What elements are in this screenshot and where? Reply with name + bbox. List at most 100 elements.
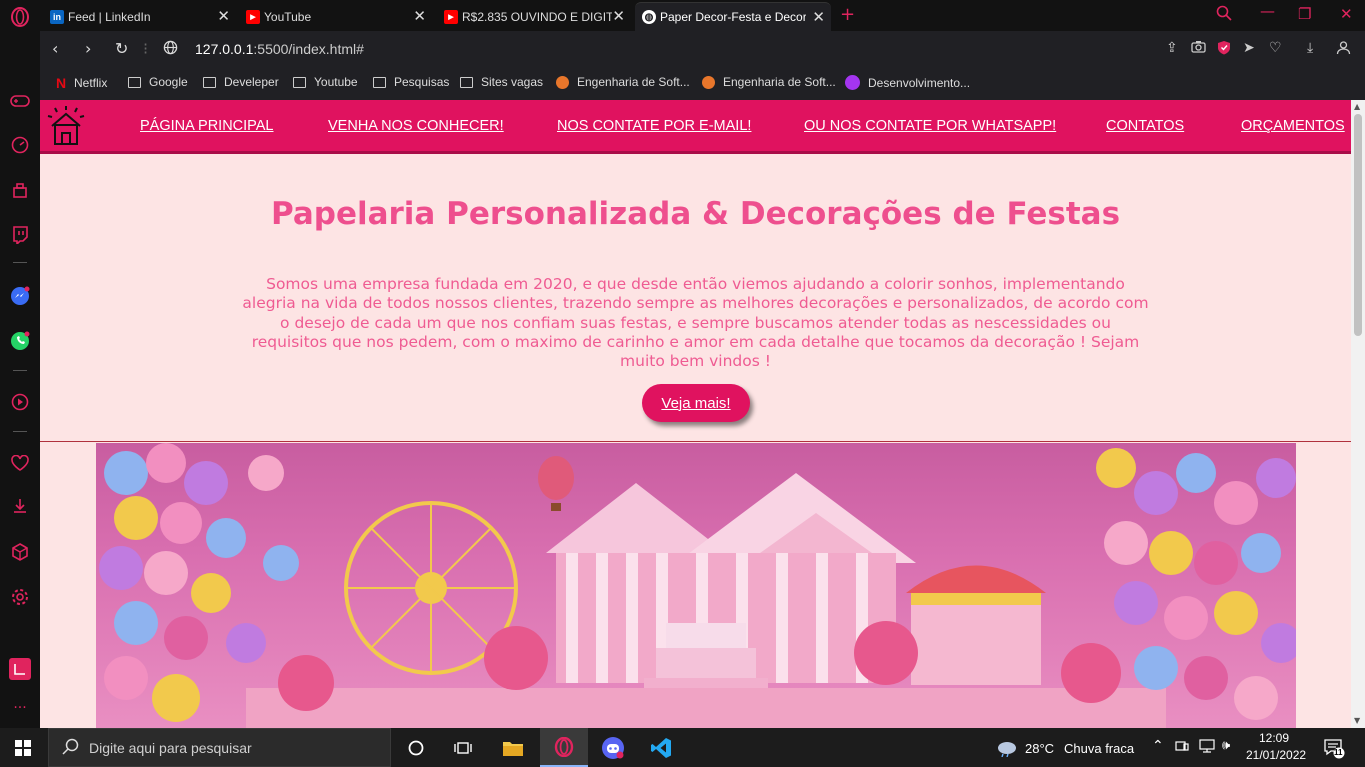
send-icon[interactable]: ➤ [1243, 40, 1255, 56]
volume-icon[interactable]: 🕪 [1222, 738, 1230, 753]
network-icon[interactable] [1199, 739, 1215, 756]
url-path: :5500/index.html# [253, 41, 364, 57]
clock-time[interactable]: 12:09 [1248, 731, 1300, 745]
weather-icon[interactable] [996, 739, 1018, 762]
scroll-thumb[interactable] [1354, 114, 1362, 336]
folder-icon [293, 76, 306, 88]
tab-title: R$2.835 OUVINDO E DIGITANDO [462, 9, 612, 24]
bookmark-engenharia-1[interactable]: Engenharia de Soft... [556, 75, 690, 89]
whatsapp-icon[interactable] [9, 330, 31, 352]
bookmark-develeper[interactable]: Develeper [203, 75, 279, 89]
veja-mais-button[interactable]: Veja mais! [642, 384, 750, 422]
url-field[interactable]: 127.0.0.1:5500/index.html# [195, 41, 364, 57]
bookmark-pesquisas[interactable]: Pesquisas [373, 75, 449, 89]
bookmark-sites-vagas[interactable]: Sites vagas [460, 75, 543, 89]
opera-logo-icon[interactable] [9, 6, 31, 28]
bookmark-netflix[interactable]: N Netflix [56, 75, 107, 91]
search-tabs-icon[interactable] [1216, 5, 1232, 25]
tab-paper-decor[interactable]: ◍ Paper Decor-Festa e Decoração ✕ [635, 2, 831, 31]
bookmark-desenvolvimento[interactable]: Desenvolvimento... [845, 75, 970, 90]
heart-icon[interactable] [9, 452, 31, 474]
messenger-icon[interactable] [9, 285, 31, 307]
tray-device-icon[interactable] [1175, 739, 1189, 756]
weather-description[interactable]: Chuva fraca [1064, 741, 1134, 756]
twitch-icon[interactable] [9, 224, 31, 246]
linkedin-icon: in [50, 9, 64, 24]
address-bar: ‹ › ↻ ⁝ 127.0.0.1:5500/index.html# ⇪ ➤ ♡… [40, 31, 1365, 68]
tab-strip: in Feed | LinkedIn ✕ ▶ YouTube ✕ ▶ R$2.8… [40, 0, 1365, 31]
reload-icon[interactable]: ↻ [115, 39, 128, 58]
settings-icon[interactable] [9, 586, 31, 608]
nav-contate-whatsapp[interactable]: OU NOS CONTATE POR WHATSAPP! [804, 118, 1056, 134]
task-view-icon[interactable] [440, 728, 486, 767]
bookmark-google[interactable]: Google [128, 75, 188, 89]
windows-start-icon[interactable] [0, 728, 46, 767]
forward-icon[interactable]: › [85, 39, 91, 58]
tab-title: Feed | LinkedIn [68, 9, 151, 24]
more-icon[interactable]: ··· [9, 697, 31, 719]
page-title: Papelaria Personalizada & Decorações de … [270, 196, 1121, 232]
nav-pagina-principal[interactable]: PÁGINA PRINCIPAL [140, 118, 274, 134]
home-logo-icon[interactable] [46, 104, 86, 148]
back-icon[interactable]: ‹ [52, 39, 58, 58]
discord-icon[interactable] [590, 728, 636, 767]
search-icon [62, 738, 80, 761]
downloads-icon[interactable]: ⤓ [1307, 40, 1313, 56]
taskbar-search-field[interactable]: Digite aqui para pesquisar [48, 728, 391, 767]
bookmark-youtube[interactable]: Youtube [293, 75, 358, 89]
tab-youtube-video[interactable]: ▶ R$2.835 OUVINDO E DIGITANDO ✕ [437, 2, 631, 31]
folder-icon [128, 76, 141, 88]
scroll-down-icon[interactable]: ▼ [1354, 716, 1360, 725]
new-tab-icon[interactable]: + [840, 4, 855, 25]
nav-contatos[interactable]: CONTATOS [1106, 118, 1184, 134]
box-icon[interactable] [9, 541, 31, 563]
cube-stack-icon[interactable] [9, 179, 31, 201]
bookmark-heart-icon[interactable]: ♡ [1269, 40, 1282, 56]
bookmarks-bar: N Netflix Google Develeper Youtube Pesqui… [40, 68, 1365, 100]
close-window-icon[interactable]: ✕ [1340, 5, 1353, 23]
close-icon[interactable]: ✕ [812, 8, 825, 26]
opera-sidebar: ··· [0, 0, 40, 728]
file-explorer-icon[interactable] [490, 728, 536, 767]
vscode-icon[interactable] [638, 728, 684, 767]
speedometer-icon[interactable] [9, 134, 31, 156]
cortana-icon[interactable] [393, 728, 439, 767]
bookmark-engenharia-2[interactable]: Engenharia de Soft... [702, 75, 836, 89]
player-icon[interactable] [9, 391, 31, 413]
notification-count: 11 [1334, 748, 1343, 757]
notification-center-icon[interactable]: 11 [1323, 737, 1345, 762]
bookmark-label: Engenharia de Soft... [577, 75, 690, 89]
site-header: PÁGINA PRINCIPAL VENHA NOS CONHECER! NOS… [40, 100, 1351, 154]
tray-chevron-up-icon[interactable]: ⌃ [1152, 738, 1164, 754]
nav-orcamentos[interactable]: ORÇAMENTOS [1241, 118, 1345, 134]
tab-linkedin[interactable]: in Feed | LinkedIn ✕ [43, 2, 236, 31]
tab-youtube[interactable]: ▶ YouTube ✕ [239, 2, 432, 31]
share-icon[interactable]: ⇪ [1166, 40, 1178, 56]
page-scrollbar[interactable]: ▲ ▼ [1351, 100, 1365, 728]
download-icon[interactable] [9, 495, 31, 517]
site-info-icon[interactable] [163, 40, 178, 59]
opera-taskbar-icon[interactable] [540, 728, 588, 767]
clock-date[interactable]: 21/01/2022 [1246, 748, 1306, 762]
section-divider [40, 441, 1351, 442]
restore-icon[interactable]: ❐ [1298, 5, 1311, 23]
intro-paragraph: Somos uma empresa fundada em 2020, e que… [242, 275, 1149, 371]
dots-icon: ⁝ [143, 39, 149, 58]
adblock-shield-icon[interactable] [1217, 40, 1231, 59]
bookmark-label: Google [149, 75, 188, 89]
bookmark-label: Pesquisas [394, 75, 450, 89]
user-profile-icon[interactable] [1336, 40, 1351, 59]
bookmark-label: Desenvolvimento... [868, 75, 971, 90]
nav-contate-email[interactable]: NOS CONTATE POR E-MAIL! [557, 118, 751, 134]
tab-title: Paper Decor-Festa e Decoração [660, 10, 806, 24]
weather-temperature[interactable]: 28°C [1025, 741, 1054, 756]
gamepad-icon[interactable] [9, 90, 31, 112]
camera-icon[interactable] [1191, 40, 1206, 57]
sidebar-panel-icon[interactable] [9, 658, 31, 680]
minimize-icon[interactable]: — [1260, 2, 1275, 20]
close-icon[interactable]: ✕ [217, 7, 230, 25]
scroll-up-icon[interactable]: ▲ [1354, 102, 1360, 111]
nav-venha-nos-conhecer[interactable]: VENHA NOS CONHECER! [328, 118, 504, 134]
close-icon[interactable]: ✕ [413, 7, 426, 25]
close-icon[interactable]: ✕ [612, 7, 625, 25]
